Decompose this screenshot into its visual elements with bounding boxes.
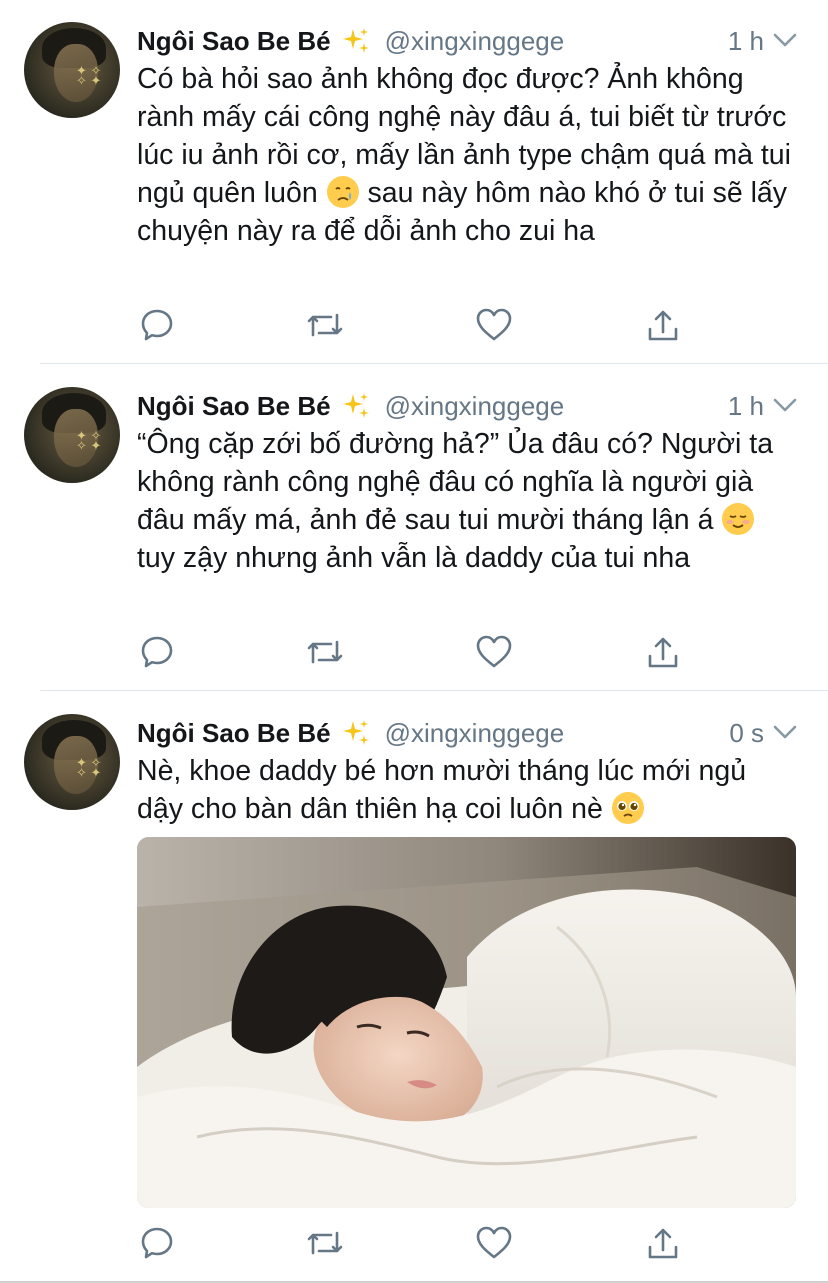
like-button[interactable] [474, 305, 514, 345]
reply-icon [141, 636, 173, 668]
tweet-actions [137, 1223, 697, 1263]
retweet-icon [307, 313, 343, 337]
like-button[interactable] [474, 632, 514, 672]
reply-icon [141, 309, 173, 341]
avatar[interactable]: ✦ ✧ ✧ ✦ [24, 714, 120, 810]
tweet-header: Ngôi Sao Be Bé @xingxinggege 1 h [137, 389, 798, 423]
retweet-button[interactable] [305, 632, 345, 672]
retweet-button[interactable] [305, 305, 345, 345]
like-icon [476, 1226, 512, 1259]
chevron-down-icon[interactable] [772, 30, 798, 50]
retweet-button[interactable] [305, 1223, 345, 1263]
reply-button[interactable] [137, 632, 177, 672]
reply-button[interactable] [137, 305, 177, 345]
tweet-header: Ngôi Sao Be Bé @xingxinggege 0 s [137, 716, 798, 750]
timestamp[interactable]: 0 s [729, 718, 764, 749]
avatar[interactable]: ✦ ✧ ✧ ✦ [24, 22, 120, 118]
sparkles-icon [342, 720, 369, 745]
display-name[interactable]: Ngôi Sao Be Bé [137, 391, 331, 422]
handle[interactable]: @xingxinggege [385, 391, 565, 422]
smiling-face-emoji [722, 503, 755, 535]
retweet-icon [307, 1231, 343, 1255]
handle[interactable]: @xingxinggege [385, 718, 565, 749]
display-name[interactable]: Ngôi Sao Be Bé [137, 718, 331, 749]
sparkles-icon [342, 393, 369, 418]
share-icon [648, 637, 678, 668]
crying-face-emoji [326, 176, 359, 208]
tweet-actions [137, 632, 697, 672]
share-icon [648, 310, 678, 341]
tweet-2[interactable]: ✦ ✧ ✧ ✦ Ngôi Sao Be Bé @xingxinggege 1 h … [0, 365, 828, 689]
timestamp[interactable]: 1 h [728, 391, 764, 422]
sparkles-icon [342, 28, 369, 53]
divider [40, 690, 828, 691]
tweet-text: “Ông cặp zới bố đường hả?” Ủa đâu có? Ng… [137, 428, 774, 574]
tweet-1[interactable]: ✦ ✧ ✧ ✦ Ngôi Sao Be Bé @xingxinggege 1 h … [0, 0, 828, 364]
timestamp[interactable]: 1 h [728, 26, 764, 57]
tweet-text: Nè, khoe daddy bé hơn mười tháng lúc mới… [137, 755, 747, 825]
divider [40, 363, 828, 364]
retweet-icon [307, 640, 343, 664]
share-button[interactable] [643, 632, 683, 672]
reply-button[interactable] [137, 1223, 177, 1263]
reply-icon [141, 1227, 173, 1259]
share-button[interactable] [643, 1223, 683, 1263]
tweet-header: Ngôi Sao Be Bé @xingxinggege 1 h [137, 24, 798, 58]
tweet-text: Có bà hỏi sao ảnh không đọc được? Ảnh kh… [137, 63, 791, 247]
like-icon [476, 308, 512, 341]
tweet-3[interactable]: ✦ ✧ ✧ ✦ Ngôi Sao Be Bé @xingxinggege 0 s … [0, 692, 828, 1281]
share-icon [648, 1228, 678, 1259]
handle[interactable]: @xingxinggege [385, 26, 565, 57]
chevron-down-icon[interactable] [772, 395, 798, 415]
photo-image [137, 837, 796, 1208]
pleading-face-emoji [611, 792, 644, 824]
like-icon [476, 635, 512, 668]
share-button[interactable] [643, 305, 683, 345]
tweet-photo[interactable] [137, 837, 796, 1208]
like-button[interactable] [474, 1223, 514, 1263]
chevron-down-icon[interactable] [772, 722, 798, 742]
tweet-actions [137, 305, 697, 345]
avatar[interactable]: ✦ ✧ ✧ ✦ [24, 387, 120, 483]
display-name[interactable]: Ngôi Sao Be Bé [137, 26, 331, 57]
